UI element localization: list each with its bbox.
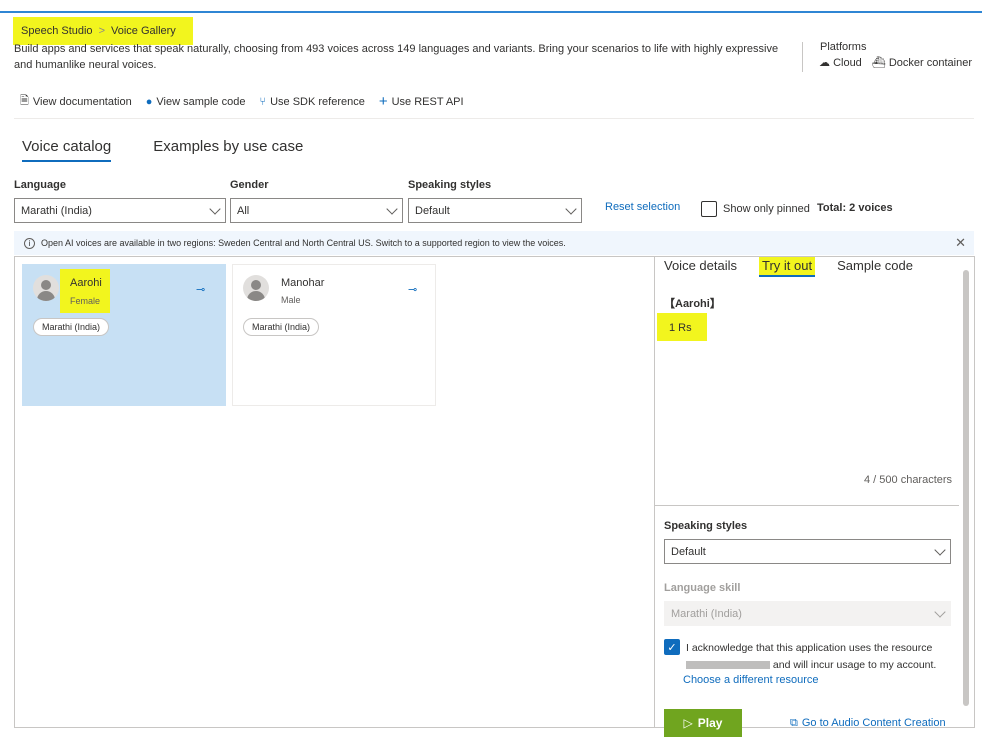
language-dropdown[interactable]: Marathi (India) [14,198,226,223]
play-icon: ▷ [683,716,693,730]
voice-tag: 【Aarohi】 [664,298,721,310]
voice-card-aarohi[interactable]: Aarohi Female ⊸ Marathi (India) [22,264,226,406]
speaking-styles-dropdown[interactable]: Default [408,198,582,223]
close-icon[interactable]: ✕ [955,235,966,251]
tab-voice-catalog[interactable]: Voice catalog [14,136,119,162]
acknowledge-text-end: and will incur usage to my account. [772,659,937,671]
tab-try-it-out[interactable]: Try it out [759,257,816,277]
pin-icon[interactable]: ⊸ [408,283,417,296]
gender-dropdown[interactable]: All [230,198,403,223]
language-skill-dropdown: Marathi (India) [664,601,951,626]
view-documentation-link[interactable]: 🗎 View documentation [20,92,132,111]
use-rest-api-label: Use REST API [391,95,464,108]
use-sdk-reference-label: Use SDK reference [270,95,365,108]
platform-docker: ⛴ Docker container [872,56,972,69]
chevron-right-icon: > [98,25,105,37]
platform-cloud: ☁ Cloud [819,56,862,69]
choose-resource-link[interactable]: Choose a different resource [683,674,819,686]
acknowledge-text-start: I acknowledge that this application uses… [686,642,933,654]
play-label: Play [697,716,723,730]
language-skill-label: Language skill [664,582,741,594]
view-sample-code-link[interactable]: ● View sample code [146,96,246,108]
use-rest-api-link[interactable]: + Use REST API [379,93,464,110]
branch-icon: ⑂ [259,95,267,108]
show-pinned-checkbox[interactable] [701,201,717,217]
platforms-list: ☁ Cloud ⛴ Docker container [819,56,972,69]
divider [14,118,974,119]
tab-voice-details[interactable]: Voice details [664,257,737,277]
voice-name: Aarohi [70,277,102,289]
top-accent-line [0,11,982,13]
pin-icon[interactable]: ⊸ [196,283,205,296]
acknowledge-checkbox[interactable]: ✓ [664,639,680,655]
divider [802,42,803,72]
platforms-title: Platforms [820,41,867,53]
reset-selection-link[interactable]: Reset selection [605,201,680,213]
platform-docker-label: Docker container [888,57,972,69]
speaking-styles-dropdown[interactable]: Default [664,539,951,564]
voice-card-manohar[interactable]: Manohar Male ⊸ Marathi (India) [232,264,436,406]
tab-sample-code[interactable]: Sample code [837,257,913,277]
view-documentation-label: View documentation [32,95,132,108]
check-icon: ✓ [667,641,677,654]
document-icon: 🗎 [20,95,29,107]
locale-chip: Marathi (India) [33,318,110,336]
voice-gender: Female [70,296,101,306]
speaking-styles-label: Speaking styles [664,520,748,532]
detail-tabs: Voice details Try it out Sample code [664,257,913,277]
tab-examples-by-use-case[interactable]: Examples by use case [145,136,311,161]
chevron-down-icon [209,202,221,215]
github-icon: ● [145,95,153,108]
use-sdk-reference-link[interactable]: ⑂ Use SDK reference [259,96,364,108]
plus-icon: + [378,93,388,110]
scrollbar[interactable] [963,270,969,706]
acknowledge-text: I acknowledge that this application uses… [686,640,952,674]
breadcrumb-current: Voice Gallery [111,25,176,37]
locale-chip: Marathi (India) [243,318,320,336]
speaking-styles-value: Default [415,204,450,217]
view-sample-code-label: View sample code [156,95,246,108]
speaking-styles-label: Speaking styles [408,179,492,191]
gallery-tabs: Voice catalog Examples by use case [14,136,311,162]
voice-name: Manohar [281,277,325,289]
character-count: 4 / 500 characters [864,474,953,486]
avatar [33,275,59,301]
play-button[interactable]: ▷ Play [664,709,742,737]
cloud-icon: ☁ [819,57,830,69]
gender-label: Gender [230,179,269,191]
info-banner-text: Open AI voices are available in two regi… [41,238,566,248]
divider [655,505,959,506]
audio-content-creation-link[interactable]: ⧉ Go to Audio Content Creation [790,717,946,730]
chevron-down-icon [934,543,946,556]
chevron-down-icon [565,202,577,215]
resource-links: 🗎 View documentation ● View sample code ⑂ U… [20,92,464,111]
voice-gender: Male [281,295,301,305]
page-description: Build apps and services that speak natur… [14,43,779,71]
show-pinned-label: Show only pinned [723,203,810,215]
highlight-mark [60,269,110,313]
avatar [243,275,269,301]
total-voices: Total: 2 voices [817,202,893,214]
audio-content-creation-label: Go to Audio Content Creation [801,717,946,729]
breadcrumb-root[interactable]: Speech Studio [21,25,93,37]
speaking-styles-value: Default [671,545,706,558]
external-link-icon: ⧉ [790,717,798,729]
chevron-down-icon [934,605,946,618]
info-banner: i Open AI voices are available in two re… [14,231,974,255]
language-skill-value: Marathi (India) [671,607,742,620]
language-value: Marathi (India) [21,204,92,217]
platform-cloud-label: Cloud [833,57,862,69]
gender-value: All [237,204,250,217]
chevron-down-icon [386,202,398,215]
redacted-resource-name [686,661,770,670]
text-input[interactable]: 1 Rs [657,313,707,341]
docker-icon: ⛴ [871,57,886,69]
info-icon: i [24,237,35,249]
language-label: Language [14,179,66,191]
